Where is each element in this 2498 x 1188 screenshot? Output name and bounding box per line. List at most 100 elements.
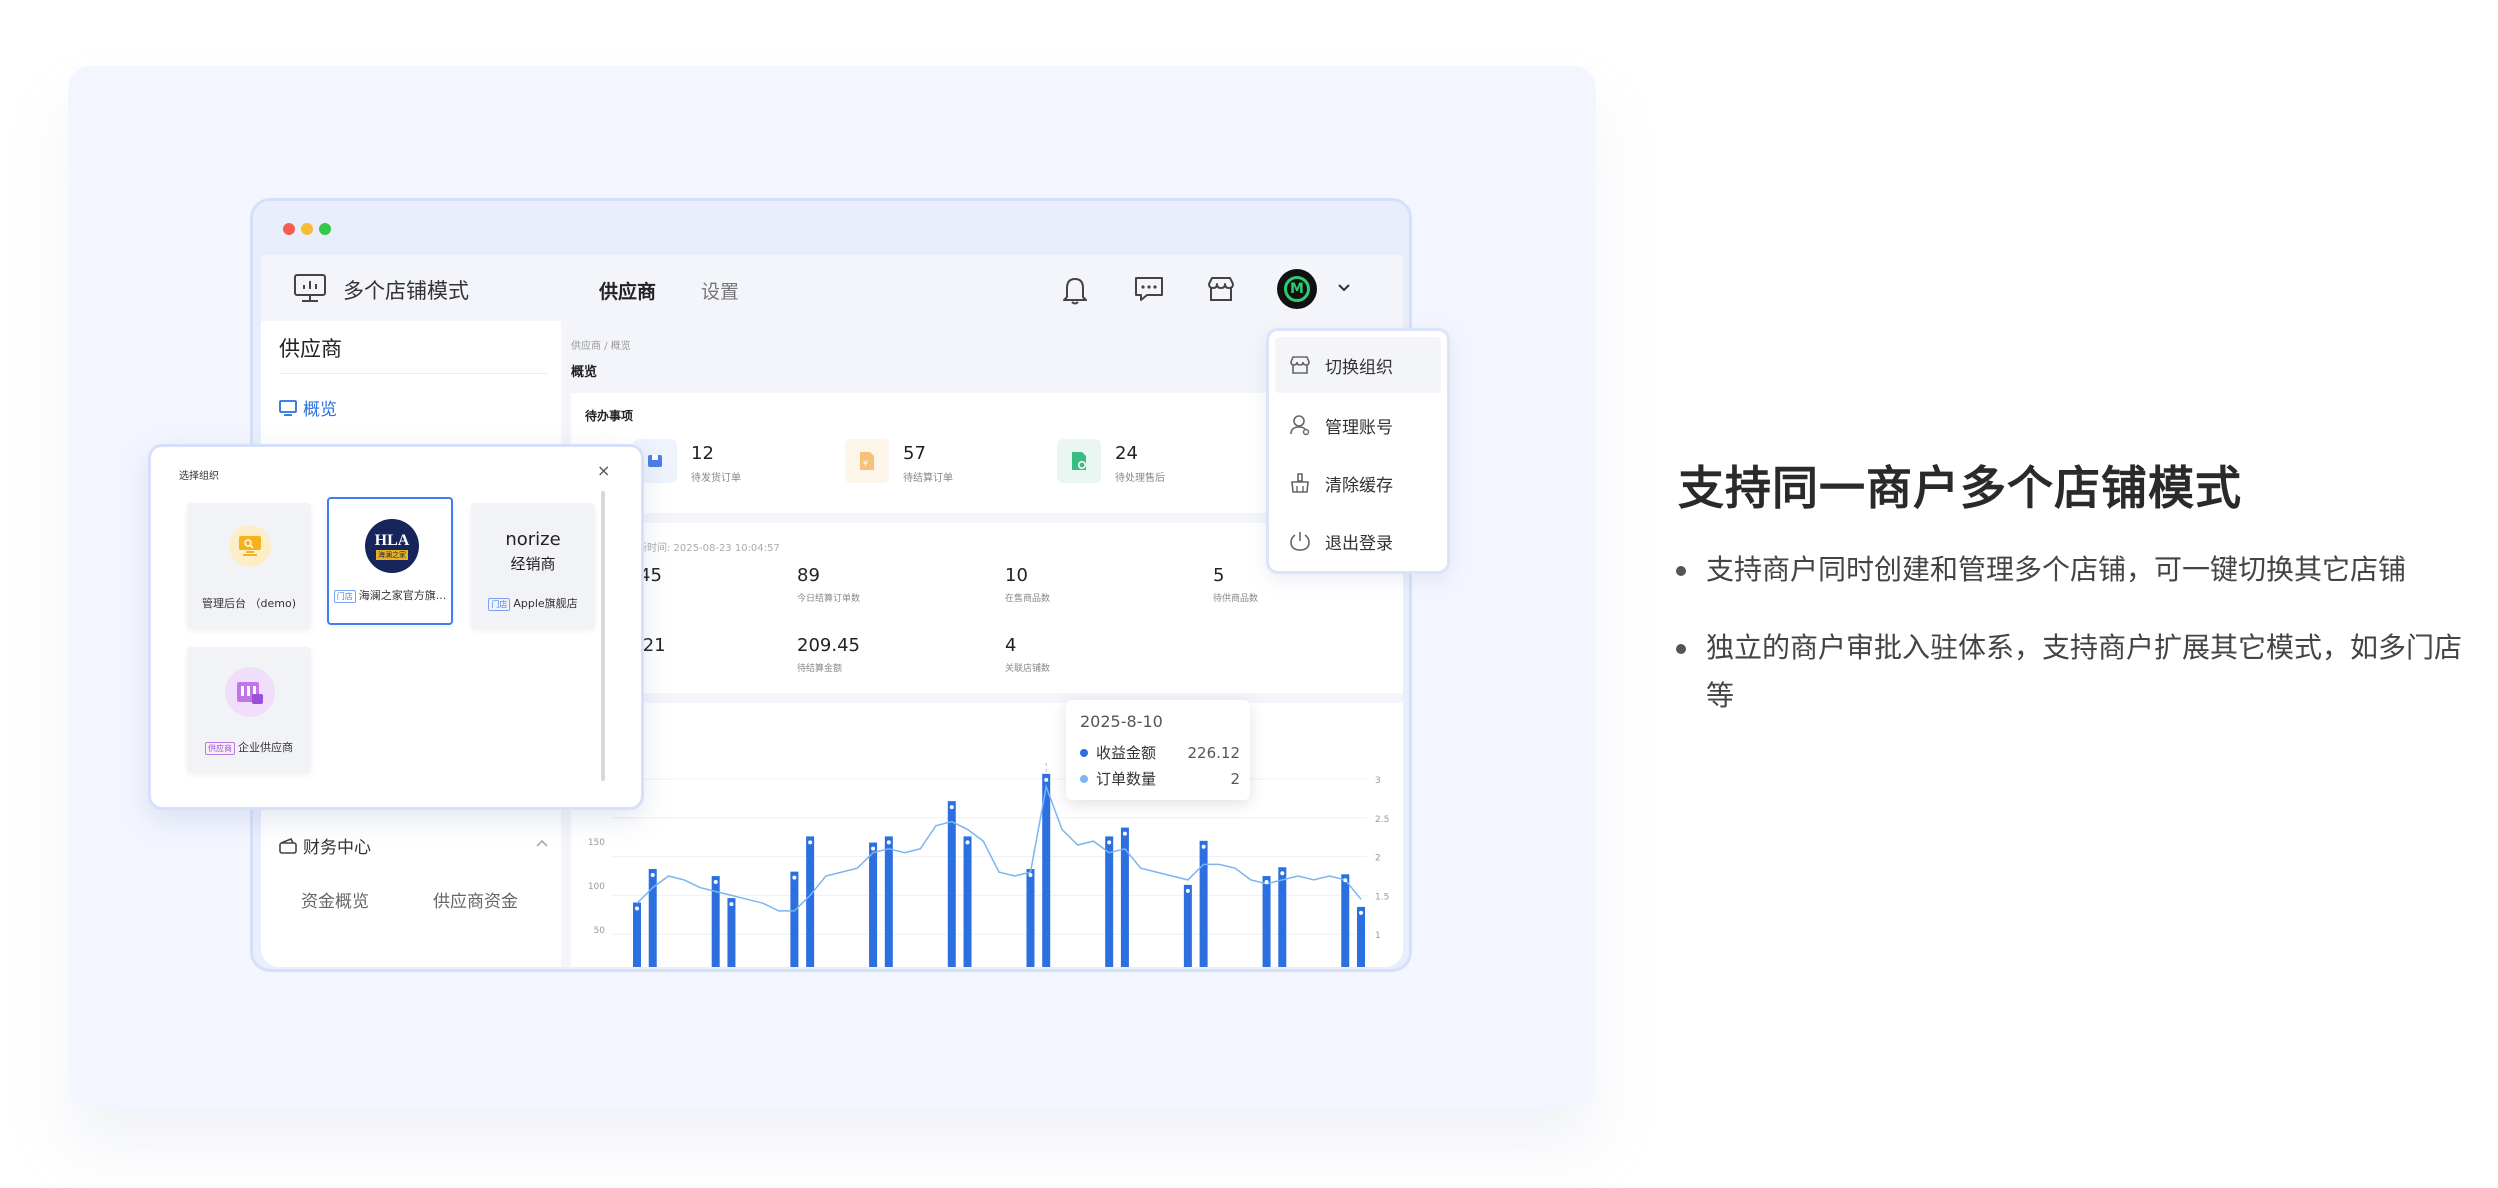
menu-item-label: 管理账号	[1325, 417, 1393, 438]
power-icon	[1290, 532, 1310, 551]
tooltip-label: 收益金额	[1096, 744, 1157, 762]
chart-bar[interactable]	[884, 836, 893, 967]
chart-point	[886, 840, 891, 845]
dashboard-icon	[279, 399, 297, 416]
enterprise-logo	[225, 667, 275, 717]
chevron-up-icon[interactable]	[535, 838, 549, 848]
menu-item-logout[interactable]: 退出登录	[1275, 513, 1441, 569]
menu-item-clear-cache[interactable]: 清除缓存	[1275, 455, 1441, 511]
org-label: Apple旗舰店	[513, 597, 578, 610]
monitor-icon	[239, 536, 261, 556]
menu-item-switch-org[interactable]: 切换组织	[1275, 337, 1441, 393]
feature-bullet: 支持商户同时创建和管理多个店铺，可一键切换其它店铺	[1676, 546, 2466, 594]
tooltip-date: 2025-8-10	[1080, 712, 1163, 731]
sidebar-item-overview[interactable]: 概览	[279, 395, 337, 420]
org-card[interactable]: norize 经销商 门店 Apple旗舰店	[471, 503, 595, 629]
chart-point	[729, 902, 734, 907]
dialog-title: 选择组织	[179, 471, 219, 482]
chart-card: 3 2.5 2 1.5 1 150 100 50	[571, 703, 1403, 967]
left-tick-label: 50	[594, 926, 606, 936]
chart-bar[interactable]	[1026, 869, 1035, 967]
nav-supplier[interactable]: 供应商	[599, 277, 656, 304]
stat-label: 待结算金额	[797, 664, 843, 674]
chart-point	[1264, 880, 1269, 885]
broom-icon	[1291, 473, 1309, 493]
org-tag: 门店	[488, 597, 511, 611]
chart-bar[interactable]	[806, 836, 815, 967]
stat-value: 209.45	[797, 635, 860, 656]
chart-bar[interactable]	[711, 876, 720, 967]
org-card[interactable]: 管理后台 （demo)	[187, 503, 311, 629]
chart-point	[650, 873, 655, 878]
chart-bar[interactable]	[633, 902, 641, 967]
chart-bar[interactable]	[1105, 836, 1114, 967]
org-label-wrap: 门店 Apple旗舰店	[471, 595, 595, 611]
bell-icon[interactable]	[1061, 275, 1089, 305]
right-tick-label: 2	[1375, 854, 1381, 864]
chart-bar[interactable]	[1183, 884, 1192, 967]
stat-label: 待供商品数	[1213, 594, 1259, 604]
select-org-dialog: 选择组织 × 管理后台 （demo) HLA 海澜之家 门店 海澜之家官方旗...…	[148, 444, 644, 810]
shop-icon	[237, 682, 263, 704]
right-tick-label: 1	[1375, 931, 1381, 941]
chart-bar[interactable]	[1199, 840, 1208, 967]
sidebar-subitem-fund-overview[interactable]: 资金概览	[301, 887, 369, 912]
message-icon[interactable]	[1133, 275, 1165, 303]
chart-point	[808, 840, 813, 845]
chart-bar[interactable]	[963, 836, 972, 967]
logo-text: HLA	[374, 532, 410, 549]
avatar[interactable]: M	[1277, 269, 1317, 309]
chart-bar[interactable]	[648, 869, 657, 967]
chart-point	[871, 846, 876, 851]
tooltip-row: 收益金额 226.12	[1080, 742, 1240, 763]
scrollbar[interactable]	[601, 491, 605, 781]
store-icon	[1290, 356, 1310, 374]
tooltip-row: 订单数量 2	[1080, 768, 1240, 789]
chart-bar[interactable]	[1278, 867, 1287, 967]
close-icon[interactable]: ×	[597, 461, 610, 480]
chart-point	[713, 880, 718, 885]
tooltip-label: 订单数量	[1096, 770, 1157, 788]
nav-settings[interactable]: 设置	[701, 277, 739, 304]
todo-label: 待发货订单	[691, 473, 741, 484]
close-dot-icon	[283, 223, 295, 235]
chart-line	[636, 783, 1362, 912]
feature-bullet: 独立的商户审批入驻体系，支持商户扩展其它模式，如多门店等	[1676, 624, 2466, 720]
menu-item-manage-account[interactable]: 管理账号	[1275, 397, 1441, 453]
chart-point	[792, 875, 797, 880]
stat-value: 89	[797, 565, 820, 586]
sidebar-item-label: 财务中心	[303, 838, 371, 858]
chart-tooltip: 2025-8-10 收益金额 226.12 订单数量 2	[1066, 700, 1250, 800]
chart-bar[interactable]	[1262, 876, 1271, 967]
todo-value: 24	[1115, 443, 1138, 464]
maximize-dot-icon	[319, 223, 331, 235]
org-card-selected[interactable]: HLA 海澜之家 门店 海澜之家官方旗...	[327, 497, 453, 625]
sidebar-item-finance[interactable]: 财务中心	[279, 833, 549, 858]
chart-bar[interactable]	[727, 898, 736, 967]
todo-title: 待办事项	[585, 409, 634, 423]
sidebar-subitem-supplier-fund[interactable]: 供应商资金	[433, 887, 518, 912]
menu-item-label: 清除缓存	[1325, 475, 1393, 496]
page-title: 概览	[571, 365, 598, 380]
hla-logo: HLA 海澜之家	[365, 519, 419, 573]
chart-point	[1280, 871, 1285, 876]
chart-point	[1343, 878, 1348, 883]
chart-bar[interactable]	[1357, 906, 1365, 967]
right-tick-label: 1.5	[1375, 892, 1389, 902]
tooltip-value: 226.12	[1187, 743, 1241, 762]
store-icon[interactable]	[1206, 275, 1236, 303]
chart-bar[interactable]	[1341, 874, 1350, 967]
stat-label: 今日结算订单数	[797, 594, 861, 604]
chevron-down-icon[interactable]	[1337, 283, 1351, 293]
sidebar-title: 供应商	[279, 337, 342, 361]
todo-icon-box: ¥	[845, 439, 889, 483]
minimize-dot-icon	[301, 223, 313, 235]
chart-bar[interactable]	[869, 842, 878, 967]
user-icon	[1290, 415, 1310, 436]
org-card[interactable]: 供应商 企业供应商	[187, 647, 311, 773]
legend-dot-icon	[1080, 748, 1088, 757]
menu-item-label: 切换组织	[1325, 357, 1393, 378]
chart-point	[1201, 844, 1206, 849]
chart-bar[interactable]	[947, 801, 956, 967]
chart-bar[interactable]	[790, 871, 799, 967]
